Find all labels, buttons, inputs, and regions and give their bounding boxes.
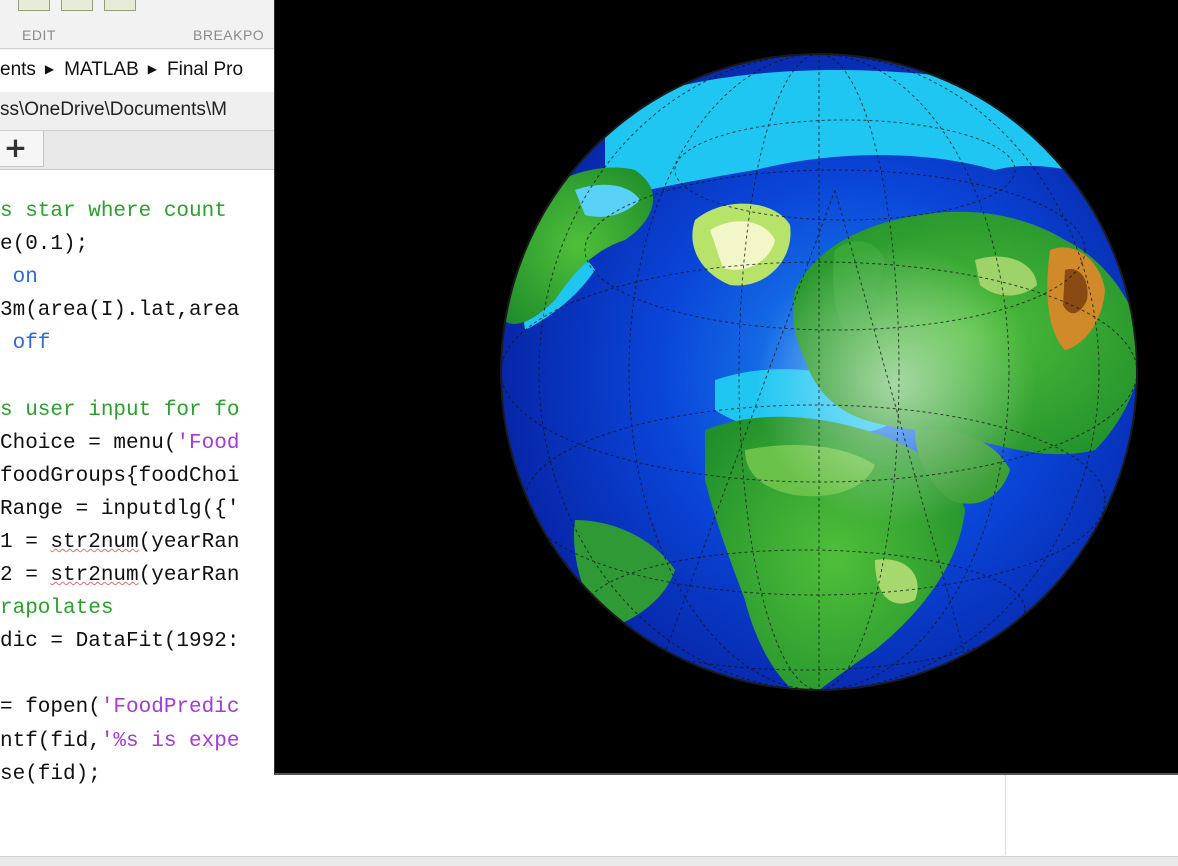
toolstrip-section-breakpoints: BREAKPO [193, 27, 265, 43]
code-token: str2num [50, 564, 139, 588]
code-line[interactable]: foodGroups{foodChoi [0, 460, 239, 493]
code-token: Range = inputdlg({' [0, 497, 240, 521]
code-token: (yearRan [138, 564, 240, 588]
code-token: 1 = [0, 530, 51, 554]
triangle-right-icon[interactable]: ▶ [45, 62, 54, 76]
code-keyword: on [0, 266, 38, 290]
code-token: (yearRan [138, 530, 240, 554]
code-line[interactable]: rapolates [0, 592, 239, 625]
code-token: se(fid); [0, 762, 101, 786]
code-line[interactable]: Range = inputdlg({' [0, 493, 239, 526]
breadcrumb: ents ▶ MATLAB ▶ Final Pro [0, 59, 243, 81]
toolstrip-section-edit: EDIT [22, 27, 56, 43]
figure-window[interactable] [274, 0, 1178, 775]
code-line[interactable]: on [0, 261, 239, 294]
code-line[interactable]: ntf(fid,'%s is expe [0, 725, 239, 758]
code-string: 'Food [176, 431, 240, 455]
code-comment: rapolates [0, 597, 114, 621]
breadcrumb-item-matlab[interactable]: MATLAB [64, 59, 139, 80]
code-token: 2 = [0, 564, 51, 588]
triangle-right-icon[interactable]: ▶ [148, 62, 157, 76]
code-string: 'FoodPredic [100, 696, 240, 720]
code-line[interactable] [0, 658, 239, 691]
toolstrip-button-3[interactable] [104, 0, 136, 11]
code-line[interactable]: Choice = menu('Food [0, 427, 239, 460]
panel-divider [1005, 775, 1006, 855]
globe-plot [500, 53, 1138, 691]
code-token: Choice = menu( [0, 431, 177, 455]
code-line[interactable]: se(fid); [0, 758, 239, 791]
code-keyword: off [0, 332, 51, 356]
code-line[interactable]: e(0.1); [0, 228, 239, 261]
toolstrip-button-1[interactable] [18, 0, 50, 11]
code-token: dic = DataFit(1992: [0, 630, 240, 654]
code-comment: s star where count [0, 200, 227, 223]
breadcrumb-item-final-project[interactable]: Final Pro [167, 59, 243, 80]
code-token: e(0.1); [0, 233, 89, 257]
code-line[interactable]: off [0, 327, 239, 360]
code-token: foodGroups{foodChoi [0, 464, 240, 488]
code-line[interactable]: = fopen('FoodPredic [0, 691, 239, 724]
breadcrumb-item-documents[interactable]: ents [0, 59, 36, 80]
code-comment: s user input for fo [0, 398, 240, 422]
code-line[interactable]: s user input for fo [0, 394, 239, 427]
code-string: '%s is expe [100, 729, 240, 753]
code-line[interactable]: 3m(area(I).lat,area [0, 294, 239, 327]
code-line[interactable] [0, 360, 239, 393]
code-line[interactable]: s star where count [0, 195, 239, 228]
toolstrip-button-2[interactable] [61, 0, 93, 11]
code-token: str2num [50, 530, 139, 554]
code-line[interactable]: 2 = str2num(yearRan [0, 559, 239, 592]
file-path-text: ss\OneDrive\Documents\M [0, 99, 228, 120]
add-tab-button[interactable]: + [0, 131, 44, 167]
code-token: ntf(fid, [0, 729, 101, 753]
code-line[interactable]: dic = DataFit(1992: [0, 625, 239, 658]
code-text[interactable]: s star where count e(0.1); on 3m(area(I).l… [0, 195, 239, 791]
code-line[interactable]: 1 = str2num(yearRan [0, 526, 239, 559]
code-token: 3m(area(I).lat,area [0, 299, 240, 323]
code-token: = fopen( [0, 696, 101, 720]
